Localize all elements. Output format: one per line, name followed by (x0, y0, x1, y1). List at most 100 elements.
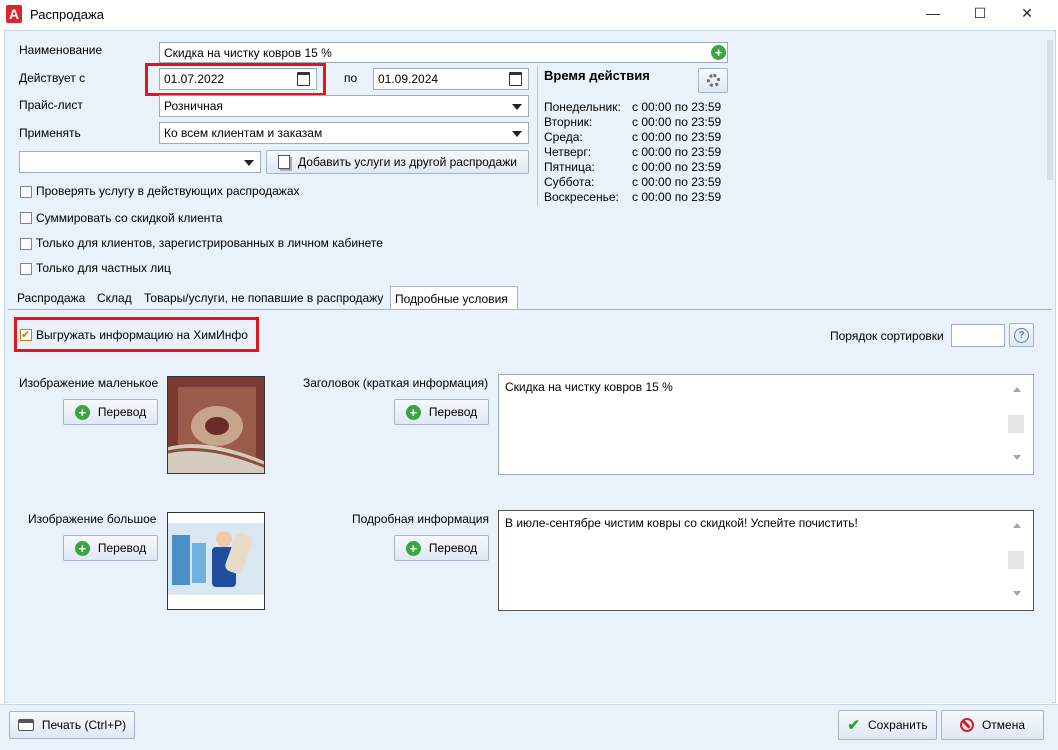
scroll-up-icon[interactable] (1013, 523, 1021, 528)
header-label: Заголовок (краткая информация) (303, 376, 489, 390)
add-icon: + (405, 404, 421, 420)
schedule-row: Четверг: с 00:00 по 23:59 (544, 145, 734, 160)
checkbox-check-active-sales[interactable] (20, 186, 32, 198)
large-image-thumbnail[interactable] (167, 512, 265, 610)
scroll-down-icon[interactable] (1013, 591, 1021, 596)
sort-order-input[interactable] (951, 324, 1005, 347)
large-image-label: Изображение большое (28, 512, 157, 526)
pricelist-select[interactable]: Розничная (159, 95, 529, 117)
scroll-thumb[interactable] (1008, 551, 1024, 569)
checkbox-sum-discount-label: Суммировать со скидкой клиента (36, 211, 223, 225)
schedule-settings-button[interactable] (698, 68, 728, 93)
schedule-title: Время действия (544, 68, 650, 83)
scroll-down-icon[interactable] (1013, 455, 1021, 460)
schedule-row: Пятница: с 00:00 по 23:59 (544, 160, 734, 175)
help-button[interactable]: ? (1009, 323, 1034, 347)
schedule-day: Понедельник: (544, 100, 621, 114)
maximize-button[interactable]: ☐ (957, 0, 1003, 28)
detail-translate-button[interactable]: + Перевод (394, 535, 489, 561)
small-image-label: Изображение маленькое (19, 376, 159, 390)
schedule-day: Суббота: (544, 175, 595, 189)
apply-value: Ко всем клиентам и заказам (164, 126, 323, 140)
title-bar: A Распродажа — ☐ ✕ (0, 0, 1058, 28)
chevron-down-icon (512, 131, 522, 137)
print-button[interactable]: Печать (Ctrl+P) (9, 711, 135, 739)
schedule-row: Понедельник: с 00:00 по 23:59 (544, 100, 734, 115)
print-label: Печать (Ctrl+P) (41, 718, 127, 732)
tab-detailed-conditions[interactable]: Подробные условия (390, 286, 518, 309)
valid-from-label: Действует с (19, 71, 86, 85)
checkbox-export-himinfo-label: Выгружать информацию на ХимИнфо (36, 328, 248, 342)
checkbox-registered-only[interactable] (20, 238, 32, 250)
detail-textarea[interactable]: В июле-сентябре чистим ковры со скидкой!… (498, 510, 1034, 611)
detail-label: Подробная информация (352, 512, 489, 526)
schedule-day: Пятница: (544, 160, 595, 174)
pricelist-value: Розничная (164, 99, 223, 113)
apply-select[interactable]: Ко всем клиентам и заказам (159, 122, 529, 144)
schedule-row: Воскресенье: с 00:00 по 23:59 (544, 190, 734, 205)
app-logo-icon: A (6, 5, 22, 23)
valid-from-value: 01.07.2022 (164, 72, 225, 86)
header-translate-button[interactable]: + Перевод (394, 399, 489, 425)
add-icon: + (74, 540, 90, 556)
translate-label: Перевод (428, 541, 478, 555)
schedule-day: Среда: (544, 130, 583, 144)
schedule-day: Четверг: (544, 145, 592, 159)
large-image-translate-button[interactable]: + Перевод (63, 535, 158, 561)
add-services-button[interactable]: Добавить услуги из другой распродажи (266, 150, 529, 174)
name-input[interactable]: Скидка на чистку ковров 15 % (159, 42, 728, 63)
printer-icon (17, 719, 34, 731)
schedule-time: с 00:00 по 23:59 (632, 115, 722, 129)
scroll-up-icon[interactable] (1013, 387, 1021, 392)
checkbox-registered-only-label: Только для клиентов, зарегистрированных … (36, 236, 383, 250)
scroll-thumb[interactable] (1008, 415, 1024, 433)
checkbox-private-only[interactable] (20, 263, 32, 275)
checkbox-sum-discount[interactable] (20, 212, 32, 224)
tab-excluded-items[interactable]: Товары/услуги, не попавшие в распродажу (140, 286, 387, 308)
valid-to-input[interactable]: 01.09.2024 (373, 68, 529, 90)
add-name-icon[interactable]: + (711, 45, 726, 60)
save-label: Сохранить (867, 718, 928, 732)
header-textarea[interactable]: Скидка на чистку ковров 15 % (498, 374, 1034, 475)
tab-bar: Распродажа Склад Товары/услуги, не попав… (8, 286, 1052, 310)
help-icon: ? (1014, 327, 1029, 343)
checkbox-export-himinfo[interactable] (20, 329, 32, 341)
minimize-button[interactable]: — (910, 0, 956, 28)
checkmark-icon: ✔ (847, 717, 860, 734)
source-sale-select[interactable] (19, 151, 261, 173)
dialog-scrollbar[interactable] (1047, 40, 1053, 180)
cleaner-image (168, 513, 264, 609)
valid-to-value: 01.09.2024 (378, 72, 439, 86)
cancel-button[interactable]: Отмена (941, 710, 1044, 740)
apply-label: Применять (19, 126, 81, 140)
tab-panel (8, 310, 1052, 703)
chevron-down-icon (512, 104, 522, 110)
checkbox-private-only-label: Только для частных лиц (36, 261, 171, 275)
tab-warehouse[interactable]: Склад (93, 286, 136, 308)
cancel-icon (959, 718, 974, 732)
header-text: Скидка на чистку ковров 15 % (505, 380, 673, 394)
valid-to-label: по (344, 71, 358, 85)
tab-sale[interactable]: Распродажа (13, 286, 89, 308)
checkbox-check-active-sales-label: Проверять услугу в действующих распродаж… (36, 184, 300, 198)
translate-label: Перевод (97, 405, 147, 419)
carpet-image (168, 377, 264, 473)
schedule-row: Суббота: с 00:00 по 23:59 (544, 175, 734, 190)
pricelist-label: Прайс-лист (19, 98, 83, 112)
translate-label: Перевод (97, 541, 147, 555)
schedule-time: с 00:00 по 23:59 (632, 190, 722, 204)
close-button[interactable]: ✕ (1004, 0, 1050, 28)
window-title: Распродажа (30, 7, 104, 22)
calendar-icon[interactable] (297, 72, 310, 86)
gears-icon (706, 74, 720, 87)
schedule-row: Вторник: с 00:00 по 23:59 (544, 115, 734, 130)
schedule-time: с 00:00 по 23:59 (632, 100, 722, 114)
schedule-list: Понедельник: с 00:00 по 23:59 Вторник: с 0… (544, 100, 734, 205)
calendar-icon[interactable] (509, 72, 522, 86)
schedule-time: с 00:00 по 23:59 (632, 130, 722, 144)
small-image-translate-button[interactable]: + Перевод (63, 399, 158, 425)
name-label: Наименование (19, 43, 103, 57)
save-button[interactable]: ✔ Сохранить (838, 710, 937, 740)
valid-from-input[interactable]: 01.07.2022 (159, 68, 317, 90)
small-image-thumbnail[interactable] (167, 376, 265, 474)
